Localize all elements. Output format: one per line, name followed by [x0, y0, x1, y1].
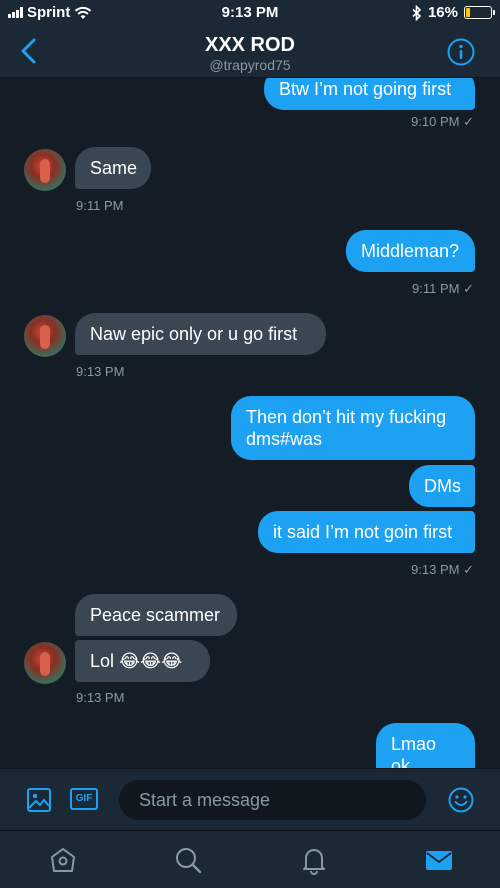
battery-icon: [464, 6, 495, 19]
message-thread[interactable]: Btw I’m not going first 9:10 PM ✓ Same 9…: [0, 78, 500, 768]
message-outgoing[interactable]: Middleman?: [346, 230, 475, 272]
message-incoming[interactable]: Lol 😂😂😂: [75, 640, 210, 682]
emoji-icon[interactable]: [448, 787, 474, 813]
message-incoming[interactable]: Peace scammer: [75, 594, 237, 636]
message-outgoing[interactable]: Btw I’m not going first: [264, 78, 475, 110]
avatar[interactable]: [24, 149, 66, 191]
message-text: Naw epic only or u go first: [90, 324, 298, 344]
message-timestamp: 9:13 PM: [76, 364, 125, 379]
message-text: Lol 😂😂😂: [90, 651, 183, 671]
message-incoming[interactable]: Naw epic only or u go first: [75, 313, 326, 355]
message-outgoing[interactable]: Lmao ok: [376, 723, 475, 768]
message-outgoing[interactable]: it said I’m not goin first: [258, 511, 475, 553]
info-icon[interactable]: [447, 38, 475, 66]
message-incoming[interactable]: Same: [75, 147, 151, 189]
conversation-header: XXX ROD @trapyrod75: [0, 26, 500, 78]
message-text: Middleman?: [361, 241, 460, 261]
message-outgoing[interactable]: DMs: [409, 465, 475, 507]
status-bar: Sprint 9:13 PM 16%: [0, 0, 500, 26]
contact-handle: @trapyrod75: [209, 57, 291, 73]
message-text: it said I’m not goin first: [273, 522, 453, 542]
notifications-icon[interactable]: [299, 845, 329, 875]
message-text: Peace scammer: [90, 605, 221, 625]
message-timestamp: 9:13 PM ✓: [411, 562, 474, 577]
contact-name: XXX ROD: [204, 34, 296, 56]
message-text-line: dms#was: [246, 429, 323, 449]
message-timestamp: 9:11 PM ✓: [412, 281, 474, 296]
message-input[interactable]: Start a message: [119, 780, 426, 820]
home-icon[interactable]: [48, 845, 78, 875]
message-text: Same: [90, 158, 138, 178]
message-timestamp: 9:11 PM: [76, 198, 124, 213]
message-timestamp: 9:13 PM: [76, 690, 125, 705]
message-text: Btw I’m not going first: [279, 79, 452, 99]
message-text: Lmao ok: [391, 734, 437, 768]
message-outgoing[interactable]: Then don’t hit my fucking dms#was: [231, 396, 475, 460]
message-composer: GIF Start a message: [0, 768, 500, 830]
image-icon[interactable]: [26, 787, 52, 813]
gif-button[interactable]: GIF: [70, 788, 98, 810]
search-icon[interactable]: [173, 845, 203, 875]
battery-percent: 16%: [427, 4, 458, 21]
tab-bar: [0, 830, 500, 888]
messages-icon[interactable]: [424, 845, 454, 875]
avatar[interactable]: [24, 315, 66, 357]
status-right: 16%: [412, 4, 495, 21]
avatar[interactable]: [24, 642, 66, 684]
battery-fill: [466, 8, 470, 17]
message-timestamp: 9:10 PM ✓: [411, 114, 474, 129]
message-text: DMs: [424, 476, 461, 496]
bluetooth-icon: [412, 4, 422, 21]
message-text-line: Then don’t hit my fucking: [246, 407, 447, 427]
